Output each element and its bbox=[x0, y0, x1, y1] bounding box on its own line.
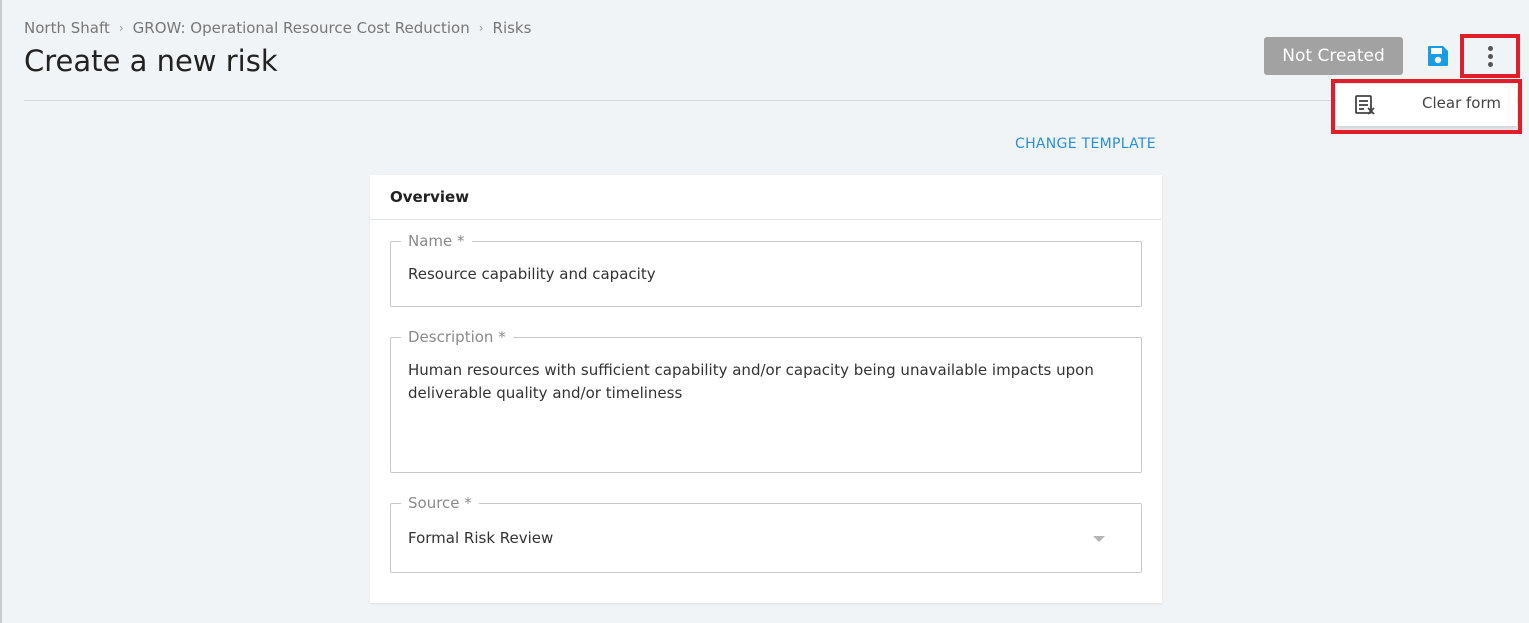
menu-highlight-outline bbox=[1331, 79, 1522, 134]
save-button[interactable] bbox=[1424, 42, 1452, 70]
section-title: Overview bbox=[370, 175, 1162, 220]
name-field-value: Resource capability and capacity bbox=[408, 265, 656, 283]
breadcrumb: North Shaft › GROW: Operational Resource… bbox=[24, 18, 531, 38]
breadcrumb-item-risks[interactable]: Risks bbox=[493, 19, 532, 37]
source-field-label: Source * bbox=[401, 494, 479, 512]
window-edge bbox=[0, 0, 2, 623]
description-field-value: Human resources with sufficient capabili… bbox=[408, 361, 1094, 402]
save-icon bbox=[1428, 46, 1448, 66]
name-field-label: Name * bbox=[401, 232, 472, 250]
more-options-button[interactable] bbox=[1460, 34, 1520, 78]
description-field-label: Description * bbox=[401, 328, 513, 346]
overview-card: Overview Name * Resource capability and … bbox=[370, 175, 1162, 603]
breadcrumb-item-program[interactable]: GROW: Operational Resource Cost Reductio… bbox=[133, 19, 470, 37]
description-field[interactable]: Description * Human resources with suffi… bbox=[390, 328, 1142, 473]
header-divider bbox=[24, 100, 1521, 101]
breadcrumb-separator: › bbox=[118, 21, 124, 35]
breadcrumb-item-project[interactable]: North Shaft bbox=[24, 19, 110, 37]
breadcrumb-separator: › bbox=[478, 21, 484, 35]
page-title: Create a new risk bbox=[24, 44, 278, 78]
name-field[interactable]: Name * Resource capability and capacity bbox=[390, 232, 1142, 307]
status-button[interactable]: Not Created bbox=[1264, 37, 1403, 75]
source-select[interactable]: Source * Formal Risk Review bbox=[390, 494, 1142, 573]
more-vertical-icon bbox=[1487, 45, 1493, 67]
dropdown-arrow-icon bbox=[1093, 536, 1105, 542]
source-select-value: Formal Risk Review bbox=[408, 529, 554, 547]
change-template-link[interactable]: CHANGE TEMPLATE bbox=[1015, 136, 1156, 152]
